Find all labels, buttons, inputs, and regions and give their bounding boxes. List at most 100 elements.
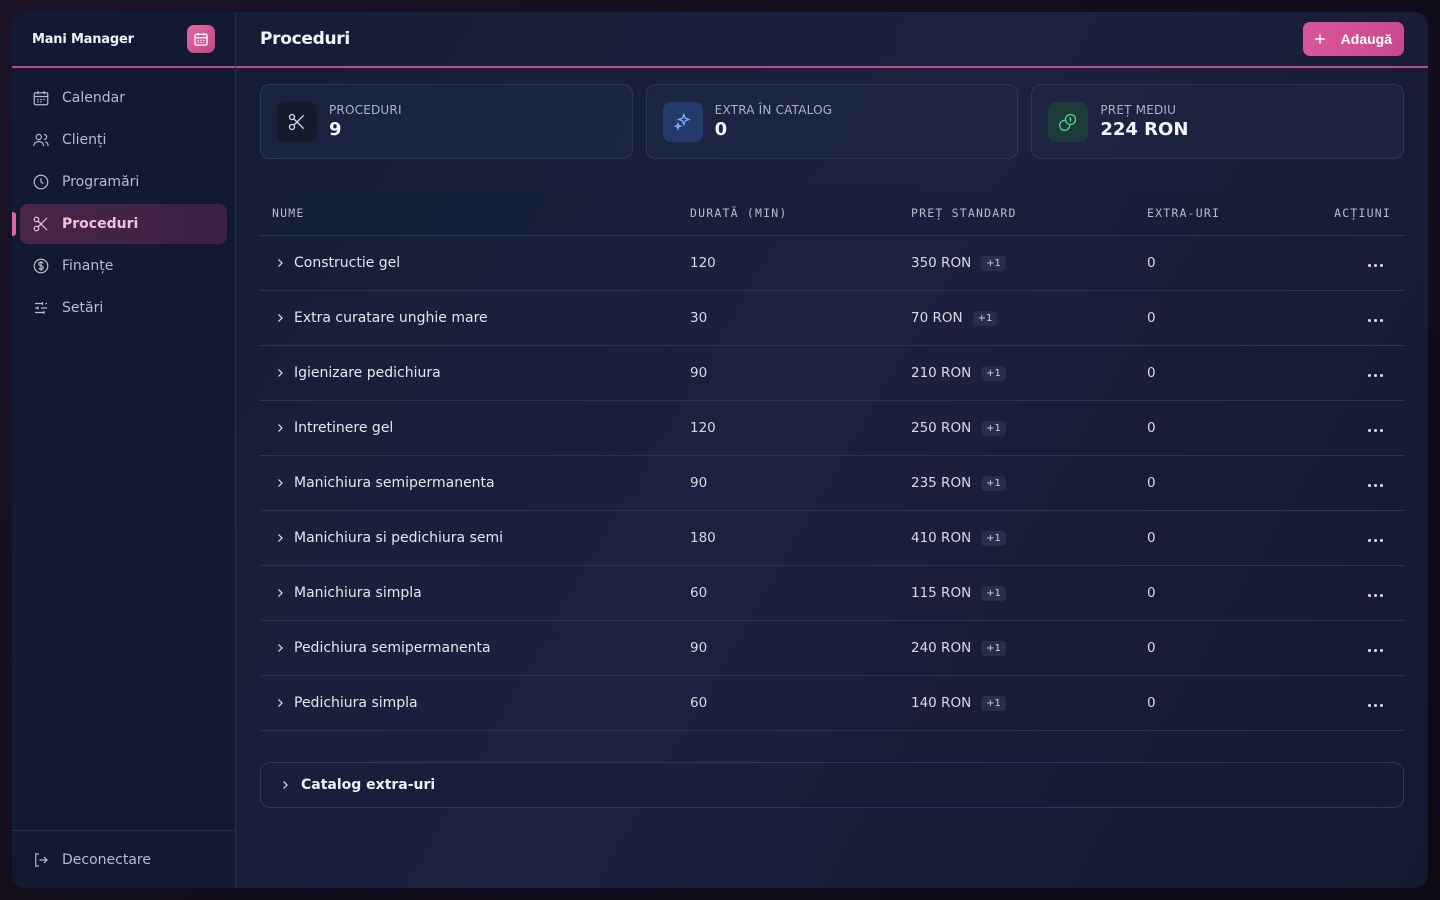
calendar-icon — [33, 91, 49, 106]
sidebar-item-setari[interactable]: Setări — [20, 288, 227, 328]
sliders-icon — [35, 302, 47, 314]
extras-cell: 0 — [1147, 255, 1156, 271]
more-actions-icon[interactable] — [1368, 594, 1383, 597]
stat-card-extra: EXTRA ÎN CATALOG 0 — [645, 84, 1019, 159]
table-row[interactable]: Intretinere gel 120 250 RON +1 0 — [260, 401, 1404, 456]
procedure-name: Igienizare pedichiura — [294, 365, 441, 381]
price-value: 410 RON — [911, 530, 972, 546]
more-actions-icon[interactable] — [1368, 429, 1383, 432]
duration-cell: 90 — [690, 365, 708, 381]
duration-cell: 90 — [690, 475, 708, 491]
sidebar-item-label: Finanțe — [62, 258, 114, 274]
sidebar-item-clienti[interactable]: Clienți — [20, 120, 227, 160]
price-value: 235 RON — [911, 475, 972, 491]
more-actions-icon[interactable] — [1368, 649, 1383, 652]
sparkles-icon — [662, 101, 703, 142]
logout-button[interactable]: Deconectare — [12, 830, 235, 888]
duration-cell: 180 — [690, 530, 716, 546]
app-window: Mani Manager Calendar Clienți Programări… — [12, 12, 1428, 888]
chevron-right-icon[interactable] — [274, 422, 286, 434]
row-name-cell[interactable]: Manichiura simpla — [260, 585, 690, 601]
table-row[interactable]: Pedichiura simpla 60 140 RON +1 0 — [260, 676, 1404, 731]
logout-label: Deconectare — [62, 851, 151, 868]
column-header-nume[interactable]: NUME — [260, 206, 690, 220]
stat-value: 224 RON — [1100, 119, 1189, 140]
stat-label: EXTRA ÎN CATALOG — [714, 103, 833, 117]
more-actions-icon[interactable] — [1368, 374, 1383, 377]
clock-icon — [33, 174, 49, 190]
procedure-name: Constructie gel — [294, 255, 401, 271]
table-row[interactable]: Extra curatare unghie mare 30 70 RON +1 0 — [260, 291, 1404, 346]
stat-card-pret-mediu: PREȚ MEDIU 224 RON — [1031, 84, 1405, 159]
plus-icon — [1314, 34, 1325, 44]
scissors-icon — [277, 101, 317, 142]
main-content: Proceduri Adaugă PROCEDURI 9 EXTRA ÎN CA… — [236, 12, 1428, 888]
sidebar-item-finante[interactable]: Finanțe — [20, 246, 227, 286]
more-actions-icon[interactable] — [1368, 704, 1383, 707]
price-value: 210 RON — [911, 365, 972, 381]
row-name-cell[interactable]: Manichiura si pedichiura semi — [260, 530, 690, 546]
table-header: NUME DURATĂ (MIN) PREȚ STANDARD EXTRA-UR… — [260, 191, 1404, 236]
price-value: 70 RON — [911, 310, 963, 326]
more-actions-icon[interactable] — [1368, 484, 1383, 487]
sidebar-item-label: Setări — [62, 300, 104, 316]
extras-cell: 0 — [1147, 585, 1156, 601]
table-body: Constructie gel 120 350 RON +1 0 Extra curata… — [260, 236, 1404, 731]
row-name-cell[interactable]: Pedichiura semipermanenta — [260, 640, 690, 656]
table-row[interactable]: Manichiura semipermanenta 90 235 RON +1 0 — [260, 456, 1404, 511]
table-row[interactable]: Manichiura simpla 60 115 RON +1 0 — [260, 566, 1404, 621]
more-actions-icon[interactable] — [1368, 264, 1383, 267]
add-button[interactable]: Adaugă — [1302, 22, 1404, 56]
row-name-cell[interactable]: Intretinere gel — [260, 420, 690, 436]
procedure-name: Extra curatare unghie mare — [294, 310, 488, 326]
chevron-right-icon[interactable] — [274, 312, 286, 324]
extras-cell: 0 — [1147, 640, 1156, 656]
row-name-cell[interactable]: Constructie gel — [260, 255, 690, 271]
price-cell: 250 RON +1 — [911, 420, 1147, 436]
more-actions-icon[interactable] — [1368, 539, 1383, 542]
price-cell: 235 RON +1 — [911, 475, 1147, 491]
price-cell: 410 RON +1 — [911, 530, 1147, 546]
stats-row: PROCEDURI 9 EXTRA ÎN CATALOG 0 PREȚ MEDI… — [260, 84, 1405, 159]
extras-cell: 0 — [1147, 695, 1156, 711]
sidebar-item-label: Calendar — [62, 90, 125, 106]
procedure-name: Intretinere gel — [294, 420, 394, 436]
catalog-label: Catalog extra-uri — [301, 777, 436, 793]
chevron-right-icon[interactable] — [274, 477, 286, 489]
more-actions-icon[interactable] — [1368, 319, 1383, 322]
chevron-right-icon[interactable] — [274, 697, 286, 709]
sidebar-item-proceduri[interactable]: Proceduri — [12, 204, 227, 244]
price-variants-badge: +1 — [981, 695, 1006, 711]
sidebar-item-programari[interactable]: Programări — [20, 162, 227, 202]
column-header-pret[interactable]: PREȚ STANDARD — [911, 206, 1147, 220]
users-icon — [33, 133, 49, 147]
column-header-extra[interactable]: EXTRA-URI — [1147, 206, 1267, 220]
chevron-right-icon[interactable] — [274, 257, 286, 269]
chevron-right-icon[interactable] — [274, 642, 286, 654]
page-title: Proceduri — [260, 29, 350, 49]
table-row[interactable]: Manichiura si pedichiura semi 180 410 RON +… — [260, 511, 1404, 566]
column-header-durata[interactable]: DURATĂ (MIN) — [690, 206, 911, 220]
dollar-circle-icon — [33, 258, 49, 274]
price-cell: 115 RON +1 — [911, 585, 1147, 601]
row-name-cell[interactable]: Manichiura semipermanenta — [260, 475, 690, 491]
table-row[interactable]: Igienizare pedichiura 90 210 RON +1 0 — [260, 346, 1404, 401]
chevron-right-icon[interactable] — [274, 532, 286, 544]
row-name-cell[interactable]: Pedichiura simpla — [260, 695, 690, 711]
duration-cell: 30 — [690, 310, 708, 326]
sidebar-item-label: Proceduri — [62, 216, 139, 232]
logout-icon — [35, 852, 48, 867]
calendar-logo-icon[interactable] — [187, 25, 215, 53]
extras-cell: 0 — [1147, 365, 1156, 381]
row-name-cell[interactable]: Extra curatare unghie mare — [260, 310, 690, 326]
row-name-cell[interactable]: Igienizare pedichiura — [260, 365, 690, 381]
table-row[interactable]: Pedichiura semipermanenta 90 240 RON +1 0 — [260, 621, 1404, 676]
scissors-icon — [33, 216, 48, 232]
sidebar-item-calendar[interactable]: Calendar — [20, 78, 227, 118]
chevron-right-icon[interactable] — [274, 587, 286, 599]
table-row[interactable]: Constructie gel 120 350 RON +1 0 — [260, 236, 1404, 291]
actions-cell — [1267, 420, 1404, 436]
chevron-right-icon[interactable] — [274, 367, 286, 379]
price-cell: 210 RON +1 — [911, 365, 1147, 381]
catalog-extra-toggle[interactable]: Catalog extra-uri — [260, 762, 1404, 808]
